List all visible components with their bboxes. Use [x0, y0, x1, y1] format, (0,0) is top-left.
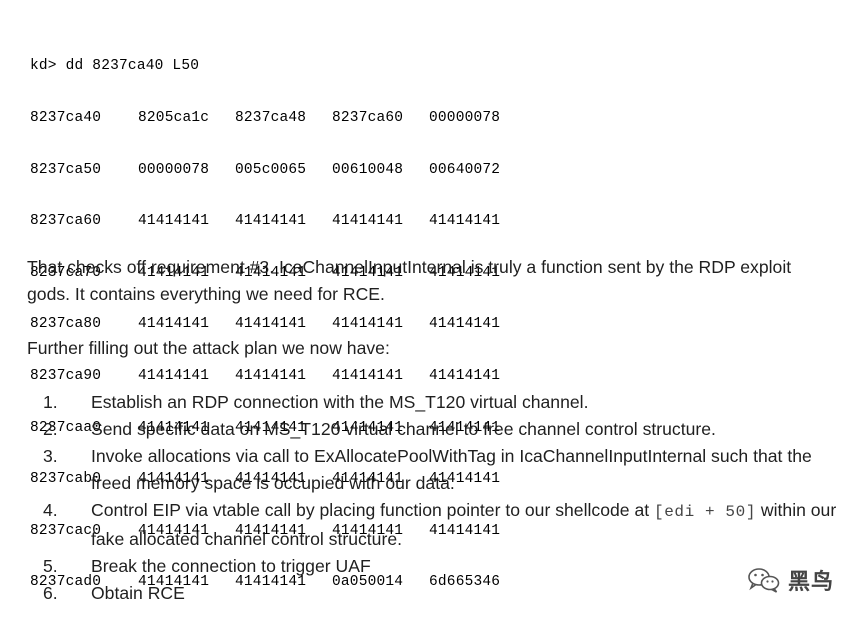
step-text: Send specific data on MS_T120 virtual ch… — [91, 419, 716, 439]
dump-row: 8237ca80 41414141 41414141 41414141 41414141 — [30, 316, 520, 333]
list-item: 6. Obtain RCE — [27, 580, 847, 607]
dump-row: 8237ca40 8205ca1c 8237ca48 8237ca60 00000078 — [30, 110, 520, 127]
paragraph-requirement: That checks off requirement #3. IcaChann… — [27, 257, 792, 304]
dump-word: 00610048 — [332, 161, 404, 178]
dump-word: 8237ca48 — [235, 110, 307, 126]
watermark-text: 黑鸟 — [788, 570, 835, 595]
list-item: 5. Break the connection to trigger UAF — [27, 553, 847, 580]
dump-word: 41414141 — [138, 367, 210, 384]
step-text: Invoke allocations via call to ExAllocat… — [91, 446, 812, 493]
attack-plan-list: 1. Establish an RDP connection with the … — [27, 389, 847, 607]
dump-row: 8237ca50 00000078 005c0065 00610048 00640072 — [30, 162, 520, 179]
wechat-icon — [746, 566, 782, 594]
dump-address: 8237ca50 — [30, 161, 102, 178]
debugger-command: kd> dd 8237ca40 L50 — [30, 58, 200, 75]
step-text-before: Control EIP via vtable call by placing f… — [91, 500, 654, 520]
dump-word: 005c0065 — [235, 161, 307, 178]
dump-word: 00000078 — [138, 161, 210, 178]
step-number: 6. — [43, 583, 58, 603]
step-number: 4. — [43, 500, 58, 520]
list-item: 2. Send specific data on MS_T120 virtual… — [27, 416, 847, 443]
step-number: 5. — [43, 556, 58, 576]
article-page: kd> dd 8237ca40 L50 8237ca40 8205ca1c 8237… — [0, 0, 857, 616]
inline-code: [edi + 50] — [654, 503, 757, 521]
list-item: 1. Establish an RDP connection with the … — [27, 389, 847, 416]
dump-address: 8237ca80 — [30, 316, 102, 333]
dump-word: 00000078 — [429, 110, 501, 126]
dump-address: 8237ca90 — [30, 367, 102, 384]
step-text: Obtain RCE — [91, 583, 185, 603]
dump-word: 41414141 — [235, 316, 307, 333]
dump-word: 41414141 — [235, 367, 307, 384]
dump-word: 41414141 — [138, 316, 210, 333]
step-text: Break the connection to trigger UAF — [91, 556, 371, 576]
list-item: 3. Invoke allocations via call to ExAllo… — [27, 443, 847, 497]
paragraph-attack-plan-intro: Further filling out the attack plan we n… — [27, 338, 390, 358]
dump-row: 8237ca60 41414141 41414141 41414141 41414141 — [30, 213, 520, 230]
dump-word: 41414141 — [429, 367, 501, 384]
dump-word: 41414141 — [332, 367, 404, 384]
dump-address: 8237ca40 — [30, 110, 102, 126]
dump-word: 41414141 — [332, 213, 404, 230]
dump-word: 41414141 — [332, 316, 404, 333]
dump-word: 41414141 — [429, 213, 501, 230]
step-number: 3. — [43, 446, 58, 466]
step-text: Establish an RDP connection with the MS_… — [91, 392, 589, 412]
dump-word: 41414141 — [138, 213, 210, 230]
step-number: 2. — [43, 419, 58, 439]
list-item: 4. Control EIP via vtable call by placin… — [27, 497, 847, 553]
dump-address: 8237ca60 — [30, 213, 102, 230]
dump-word: 41414141 — [429, 316, 501, 333]
dump-word: 8205ca1c — [138, 110, 210, 126]
dump-word: 00640072 — [429, 161, 501, 178]
dump-word: 8237ca60 — [332, 110, 404, 126]
watermark: 黑鸟 — [746, 562, 846, 598]
step-number: 1. — [43, 392, 58, 412]
dump-word: 41414141 — [235, 213, 307, 230]
dump-row: 8237ca90 41414141 41414141 41414141 41414141 — [30, 368, 520, 385]
